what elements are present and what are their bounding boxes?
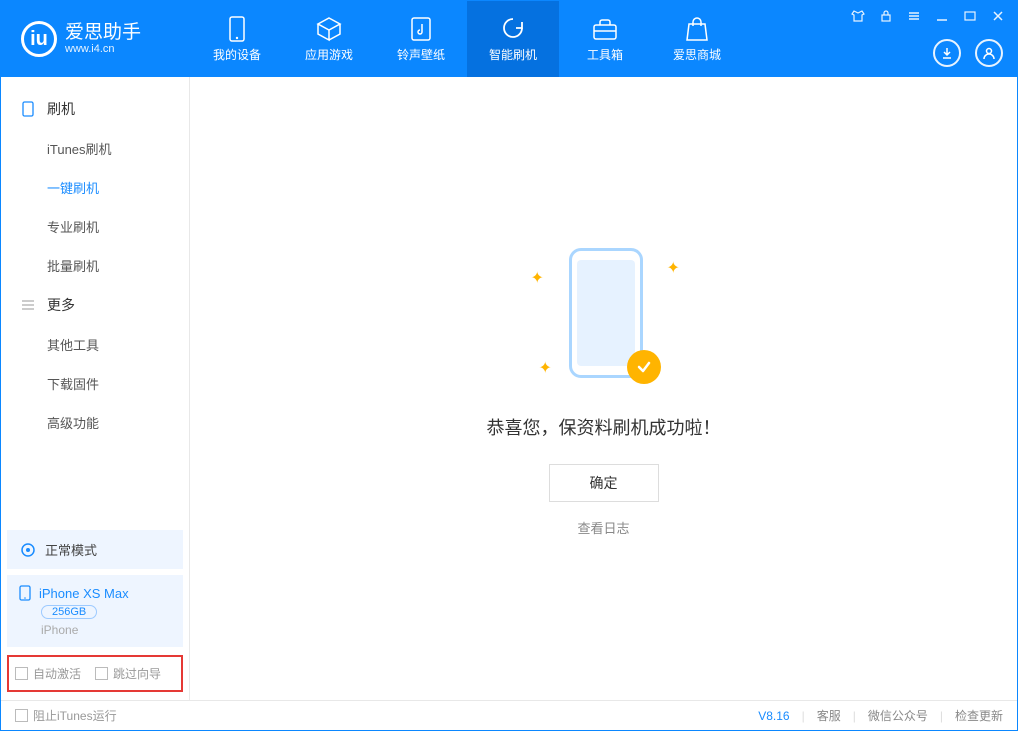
view-log-link[interactable]: 查看日志 (577, 518, 629, 537)
checkbox-auto-activate[interactable]: 自动激活 (15, 665, 81, 682)
tab-ringtones-wallpapers[interactable]: 铃声壁纸 (375, 1, 467, 77)
menu-icon[interactable] (905, 7, 923, 25)
music-file-icon (408, 16, 434, 42)
close-button[interactable] (989, 7, 1007, 25)
footer-link-wechat[interactable]: 微信公众号 (868, 707, 928, 724)
tab-toolbox[interactable]: 工具箱 (559, 1, 651, 77)
window-controls (849, 7, 1007, 25)
shirt-icon[interactable] (849, 7, 867, 25)
sparkle-icon: ✦ (539, 358, 549, 368)
nav-tabs: 我的设备 应用游戏 铃声壁纸 智能刷机 工具箱 爱思商城 (191, 1, 743, 77)
sidebar-item-batch-flash[interactable]: 批量刷机 (1, 246, 189, 285)
user-button[interactable] (975, 39, 1003, 67)
mode-icon (19, 541, 37, 559)
footer-link-support[interactable]: 客服 (817, 707, 841, 724)
version-label: V8.16 (758, 709, 789, 723)
bag-icon (684, 16, 710, 42)
tab-store[interactable]: 爱思商城 (651, 1, 743, 77)
device-mode-row[interactable]: 正常模式 (7, 530, 183, 569)
success-illustration: ✦ ✦ ✦ (529, 240, 679, 390)
body-area: 刷机 iTunes刷机 一键刷机 专业刷机 批量刷机 更多 其他工具 下载固件 … (1, 77, 1017, 700)
sidebar-item-pro-flash[interactable]: 专业刷机 (1, 207, 189, 246)
minimize-button[interactable] (933, 7, 951, 25)
sidebar: 刷机 iTunes刷机 一键刷机 专业刷机 批量刷机 更多 其他工具 下载固件 … (1, 77, 190, 700)
logo-block: iu 爱思助手 www.i4.cn (1, 21, 191, 57)
device-name: iPhone XS Max (39, 586, 129, 601)
checkbox-skip-guide[interactable]: 跳过向导 (95, 665, 161, 682)
app-url: www.i4.cn (65, 43, 141, 55)
logo-icon: iu (21, 21, 57, 57)
device-capacity: 256GB (41, 605, 97, 619)
check-badge-icon (627, 350, 661, 384)
download-button[interactable] (933, 39, 961, 67)
sparkle-icon: ✦ (531, 268, 541, 278)
app-name: 爱思助手 (65, 23, 141, 44)
tab-my-device[interactable]: 我的设备 (191, 1, 283, 77)
checkbox-block-itunes[interactable]: 阻止iTunes运行 (15, 707, 117, 724)
tab-apps-games[interactable]: 应用游戏 (283, 1, 375, 77)
cube-icon (316, 16, 342, 42)
lock-icon[interactable] (877, 7, 895, 25)
flash-options-box: 自动激活 跳过向导 (7, 655, 183, 692)
maximize-button[interactable] (961, 7, 979, 25)
ok-button[interactable]: 确定 (549, 464, 659, 502)
toolbox-icon (592, 16, 618, 42)
sidebar-item-download-firmware[interactable]: 下载固件 (1, 364, 189, 403)
checkbox-icon (15, 667, 28, 680)
device-panel: 正常模式 iPhone XS Max 256GB iPhone (7, 530, 183, 647)
app-header: iu 爱思助手 www.i4.cn 我的设备 应用游戏 铃声壁纸 智能刷机 工具… (1, 1, 1017, 77)
sidebar-group-flash: 刷机 (1, 89, 189, 129)
sidebar-group-more: 更多 (1, 285, 189, 325)
main-content: ✦ ✦ ✦ 恭喜您，保资料刷机成功啦！ 确定 查看日志 (190, 77, 1017, 700)
sidebar-item-itunes-flash[interactable]: iTunes刷机 (1, 129, 189, 168)
sparkle-icon: ✦ (667, 258, 677, 268)
sidebar-item-advanced[interactable]: 高级功能 (1, 403, 189, 442)
success-message: 恭喜您，保资料刷机成功啦！ (487, 414, 721, 440)
checkbox-icon (15, 709, 28, 722)
device-icon (224, 16, 250, 42)
footer-link-check-update[interactable]: 检查更新 (955, 707, 1003, 724)
sidebar-item-oneclick-flash[interactable]: 一键刷机 (1, 168, 189, 207)
device-subtype: iPhone (41, 623, 171, 637)
device-info-row[interactable]: iPhone XS Max 256GB iPhone (7, 575, 183, 647)
sidebar-item-other-tools[interactable]: 其他工具 (1, 325, 189, 364)
list-icon (19, 299, 37, 311)
refresh-shield-icon (500, 16, 526, 42)
status-bar: 阻止iTunes运行 V8.16 | 客服 | 微信公众号 | 检查更新 (1, 700, 1017, 730)
phone-icon (19, 101, 37, 117)
checkbox-icon (95, 667, 108, 680)
header-actions (933, 39, 1003, 67)
device-phone-icon (19, 585, 31, 601)
tab-smart-flash[interactable]: 智能刷机 (467, 1, 559, 77)
